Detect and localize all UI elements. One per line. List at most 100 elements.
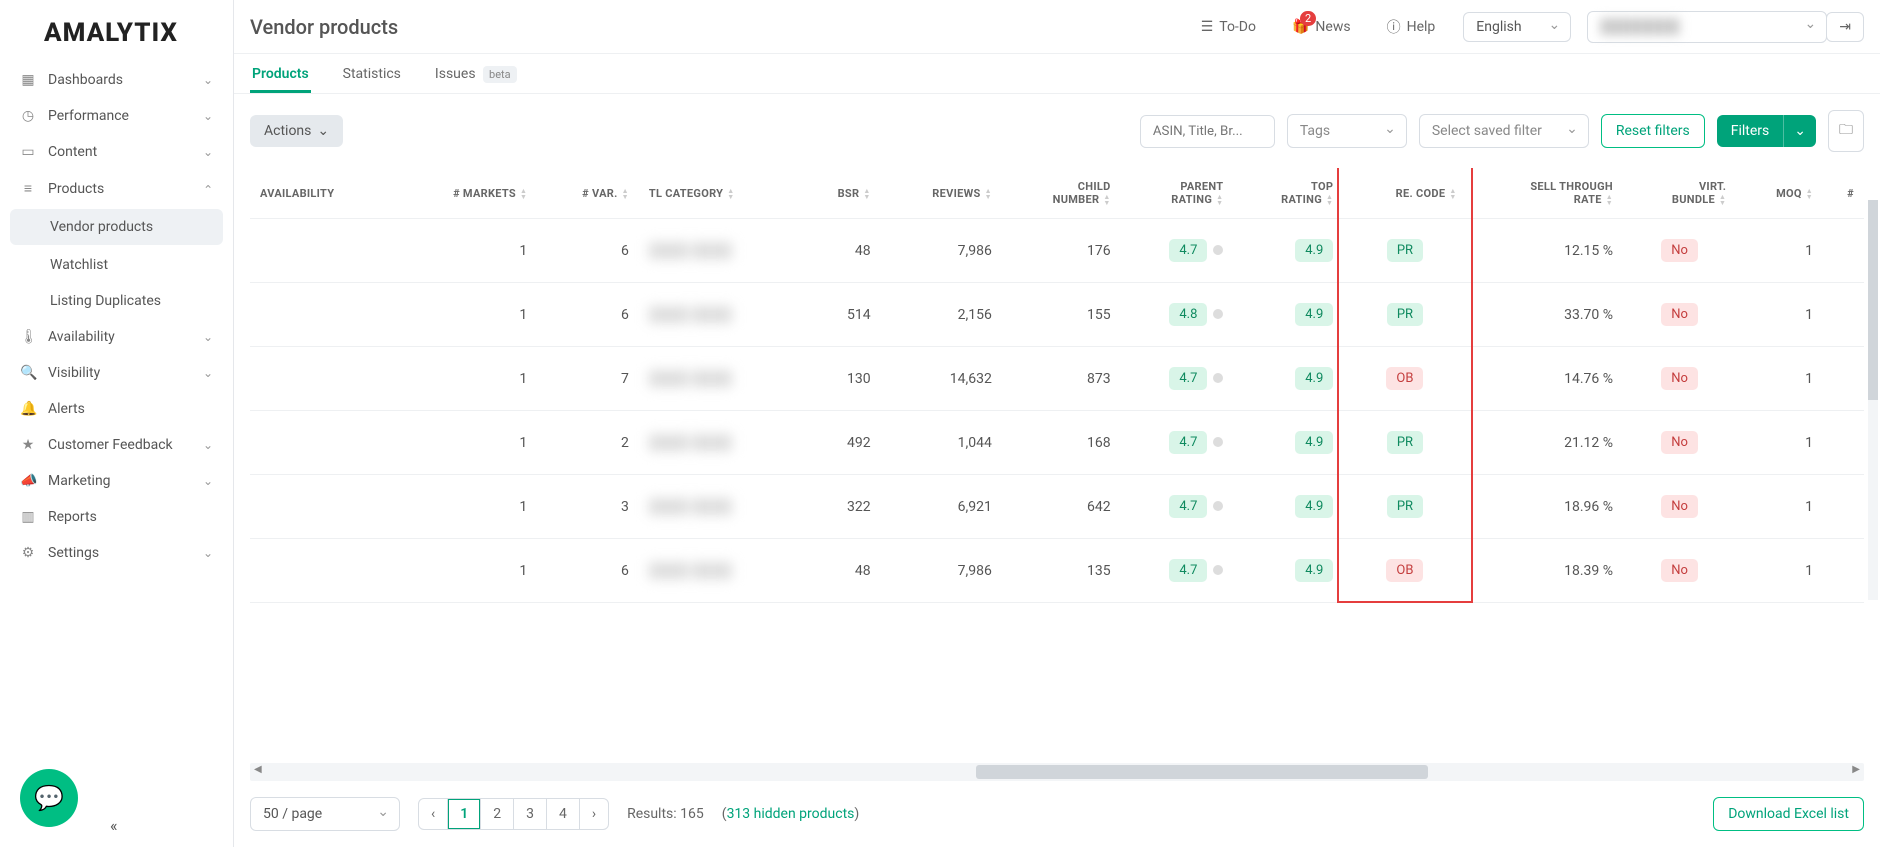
chat-fab[interactable]: 💬 bbox=[20, 769, 78, 827]
info-icon[interactable] bbox=[1213, 437, 1223, 447]
nav-performance[interactable]: ◷ Performance ⌄ bbox=[0, 98, 233, 134]
nav-settings[interactable]: ⚙ Settings ⌄ bbox=[0, 535, 233, 571]
sort-icon[interactable]: ▲▼ bbox=[1806, 188, 1813, 200]
nav-dashboards[interactable]: ▦ Dashboards ⌄ bbox=[0, 62, 233, 98]
news-link[interactable]: 🎁 2 News bbox=[1292, 19, 1351, 35]
col-moq[interactable]: MOQ▲▼ bbox=[1736, 168, 1823, 219]
scroll-left-arrow[interactable]: ◀ bbox=[254, 764, 262, 775]
sort-icon[interactable]: ▲▼ bbox=[1216, 194, 1223, 206]
actions-button[interactable]: Actions ⌄ bbox=[250, 115, 343, 147]
col-bsr[interactable]: BSR▲▼ bbox=[800, 168, 881, 219]
folder-button[interactable]: 🗀 bbox=[1828, 110, 1864, 152]
cell-recode: PR bbox=[1343, 411, 1466, 475]
nav-vendor-products[interactable]: Vendor products bbox=[10, 209, 223, 245]
info-icon[interactable] bbox=[1213, 373, 1223, 383]
info-icon[interactable] bbox=[1213, 501, 1223, 511]
chevron-down-icon: ⌄ bbox=[203, 546, 213, 560]
hidden-products-link[interactable]: 313 hidden products bbox=[727, 806, 855, 822]
col-reviews[interactable]: REVIEWS▲▼ bbox=[881, 168, 1002, 219]
tab-products[interactable]: Products bbox=[250, 56, 311, 92]
tab-issues[interactable]: Issues beta bbox=[433, 56, 519, 92]
sort-icon[interactable]: ▲▼ bbox=[622, 188, 629, 200]
nav-marketing-label: Marketing bbox=[48, 473, 203, 489]
info-icon[interactable] bbox=[1213, 245, 1223, 255]
page-2[interactable]: 2 bbox=[481, 799, 514, 829]
sort-icon[interactable]: ▲▼ bbox=[1606, 194, 1613, 206]
saved-filter-select[interactable]: Select saved filter bbox=[1419, 114, 1589, 148]
info-icon[interactable] bbox=[1213, 309, 1223, 319]
exit-button[interactable]: ⇥ bbox=[1826, 12, 1864, 42]
tab-statistics[interactable]: Statistics bbox=[341, 56, 403, 92]
page-prev[interactable]: ‹ bbox=[419, 799, 448, 829]
news-label: News bbox=[1315, 19, 1350, 35]
sort-icon[interactable]: ▲▼ bbox=[863, 188, 870, 200]
sort-icon[interactable]: ▲▼ bbox=[985, 188, 992, 200]
scroll-right-arrow[interactable]: ▶ bbox=[1852, 764, 1860, 775]
page-3[interactable]: 3 bbox=[514, 799, 547, 829]
table-row[interactable]: 16████ ████487,9861764.74.9PR12.15 %No1 bbox=[250, 219, 1864, 283]
page-size-select[interactable]: 50 / page bbox=[250, 797, 400, 831]
nav-listing-duplicates[interactable]: Listing Duplicates bbox=[0, 283, 233, 319]
col-extra[interactable]: # bbox=[1823, 168, 1864, 219]
sort-icon[interactable]: ▲▼ bbox=[1103, 194, 1110, 206]
nav-watchlist[interactable]: Watchlist bbox=[0, 247, 233, 283]
table-row[interactable]: 12████ ████4921,0441684.74.9PR21.12 %No1 bbox=[250, 411, 1864, 475]
nav-alerts-label: Alerts bbox=[48, 401, 213, 417]
col-availability[interactable]: AVAILABILITY bbox=[250, 168, 394, 219]
filters-dropdown-button[interactable]: ⌄ bbox=[1783, 115, 1816, 147]
page-next[interactable]: › bbox=[580, 799, 608, 829]
nav-content[interactable]: ▭ Content ⌄ bbox=[0, 134, 233, 170]
col-var[interactable]: # VAR.▲▼ bbox=[537, 168, 639, 219]
nav-customer-feedback[interactable]: ★ Customer Feedback ⌄ bbox=[0, 427, 233, 463]
col-sell_through[interactable]: SELL THROUGHRATE▲▼ bbox=[1467, 168, 1623, 219]
col-child_number[interactable]: CHILDNUMBER▲▼ bbox=[1002, 168, 1121, 219]
table-row[interactable]: 13████ ████3226,9216424.74.9PR18.96 %No1 bbox=[250, 475, 1864, 539]
account-select[interactable]: ████████ bbox=[1587, 11, 1827, 43]
cell-parent-rating: 4.8 bbox=[1121, 283, 1234, 347]
table-row[interactable]: 17████ ████13014,6328734.74.9OB14.76 %No… bbox=[250, 347, 1864, 411]
sort-icon[interactable]: ▲▼ bbox=[520, 188, 527, 200]
col-parent_rating[interactable]: PARENTRATING▲▼ bbox=[1121, 168, 1234, 219]
cell-extra bbox=[1823, 475, 1864, 539]
nav-reports[interactable]: ▥ Reports bbox=[0, 499, 233, 535]
vertical-scrollbar[interactable] bbox=[1868, 200, 1878, 600]
cell-parent-rating: 4.7 bbox=[1121, 539, 1234, 603]
scrollbar-thumb[interactable] bbox=[976, 765, 1428, 779]
chat-icon: 💬 bbox=[34, 784, 64, 812]
filters-button[interactable]: Filters bbox=[1717, 115, 1784, 147]
sort-icon[interactable]: ▲▼ bbox=[727, 188, 734, 200]
cell-extra bbox=[1823, 283, 1864, 347]
col-tl_category[interactable]: TL CATEGORY▲▼ bbox=[639, 168, 800, 219]
horizontal-scrollbar[interactable]: ◀ ▶ bbox=[250, 763, 1864, 781]
sort-icon[interactable]: ▲▼ bbox=[1326, 194, 1333, 206]
col-top_rating[interactable]: TOPRATING▲▼ bbox=[1233, 168, 1343, 219]
nav-visibility[interactable]: 🔍 Visibility ⌄ bbox=[0, 355, 233, 391]
nav-marketing[interactable]: 📣 Marketing ⌄ bbox=[0, 463, 233, 499]
search-input[interactable] bbox=[1140, 115, 1275, 148]
info-icon[interactable] bbox=[1213, 565, 1223, 575]
table-row[interactable]: 16████ ████5142,1561554.84.9PR33.70 %No1 bbox=[250, 283, 1864, 347]
col-re_code[interactable]: RE. CODE▲▼ bbox=[1343, 168, 1466, 219]
cell-category: ████ ████ bbox=[639, 411, 800, 475]
cell-markets: 1 bbox=[394, 411, 537, 475]
tags-select[interactable]: Tags bbox=[1287, 114, 1407, 148]
nav-products[interactable]: ≡ Products ⌄ bbox=[0, 170, 233, 207]
col-virt_bundle[interactable]: VIRT.BUNDLE▲▼ bbox=[1623, 168, 1736, 219]
todo-link[interactable]: ☰ To-Do bbox=[1201, 19, 1256, 35]
sort-icon[interactable]: ▲▼ bbox=[1719, 194, 1726, 206]
language-select[interactable]: English bbox=[1463, 12, 1571, 42]
vscroll-thumb[interactable] bbox=[1868, 200, 1878, 400]
page-4[interactable]: 4 bbox=[547, 799, 580, 829]
nav-alerts[interactable]: 🔔 Alerts bbox=[0, 391, 233, 427]
nav-reports-label: Reports bbox=[48, 509, 213, 525]
sort-icon[interactable]: ▲▼ bbox=[1449, 188, 1456, 200]
table-row[interactable]: 16████ ████487,9861354.74.9OB18.39 %No1 bbox=[250, 539, 1864, 603]
nav-availability[interactable]: 🌡 Availability ⌄ bbox=[0, 319, 233, 355]
col-markets[interactable]: # MARKETS▲▼ bbox=[394, 168, 537, 219]
download-excel-button[interactable]: Download Excel list bbox=[1713, 797, 1864, 831]
reset-filters-button[interactable]: Reset filters bbox=[1601, 114, 1705, 148]
cell-child: 168 bbox=[1002, 411, 1121, 475]
page-1[interactable]: 1 bbox=[448, 799, 481, 829]
help-link[interactable]: ⓘ Help bbox=[1387, 17, 1436, 37]
nav-cf-label: Customer Feedback bbox=[48, 437, 203, 453]
